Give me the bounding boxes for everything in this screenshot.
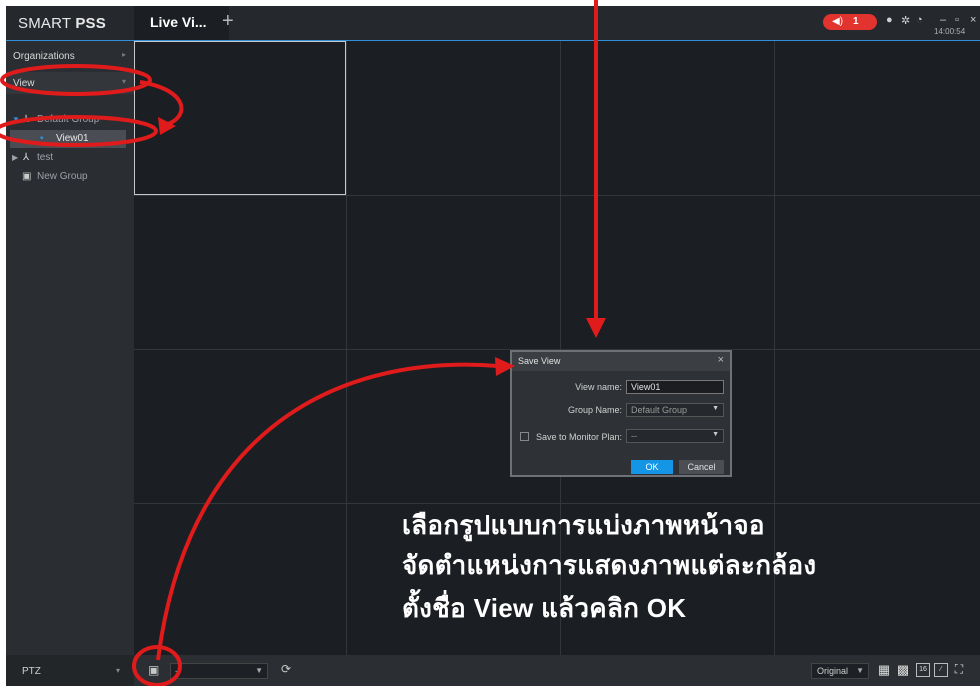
chevron-down-icon: ▼ xyxy=(712,405,719,412)
bottom-toolbar: ▣ -- ▼ ⟳ Original ▼ ▦ ▩ 16 ⁄ ⛶ xyxy=(134,655,980,686)
cancel-button[interactable]: Cancel xyxy=(679,460,724,474)
speaker-icon: ◀) xyxy=(832,16,844,27)
dialog-title: Save View xyxy=(518,356,561,366)
view-icon: ▪ xyxy=(40,133,44,144)
group-icon: ⅄ xyxy=(23,114,30,125)
grid-divider xyxy=(134,503,980,504)
layout-9-icon[interactable]: ▩ xyxy=(896,663,910,677)
grid-divider xyxy=(134,195,980,196)
monitor-plan-checkbox[interactable] xyxy=(520,432,529,441)
monitor-plan-value: -- xyxy=(631,431,637,441)
monitor-plan-label: Save to Monitor Plan: xyxy=(535,432,622,442)
folder-icon: ▣ xyxy=(22,171,32,182)
save-view-icon[interactable]: ▣ xyxy=(148,663,159,677)
tree-item-label: Default Group xyxy=(37,114,100,125)
ptz-label: PTZ xyxy=(22,666,41,677)
chevron-down-icon: ▼ xyxy=(255,666,263,675)
minimize-button[interactable]: – xyxy=(940,14,946,26)
expand-icon: ▼ xyxy=(12,115,20,124)
expand-icon: ▶ xyxy=(12,153,19,162)
tree-item-default-group[interactable]: ▼ ⅄ Default Group xyxy=(6,111,134,129)
selected-video-cell[interactable] xyxy=(134,41,346,195)
zoom-select-value: Original xyxy=(817,666,849,676)
brand-text-bold: PSS xyxy=(75,15,106,32)
tree-item-label: New Group xyxy=(37,171,88,182)
section-label: Organizations xyxy=(13,51,75,62)
sidebar-section-organizations[interactable]: Organizations ▸ xyxy=(6,45,134,67)
grid-divider xyxy=(346,41,347,655)
group-icon: ⅄ xyxy=(23,152,30,163)
user-icon[interactable]: ● xyxy=(886,14,893,26)
close-button[interactable]: × xyxy=(970,14,976,26)
refresh-icon[interactable]: ⟳ xyxy=(281,662,291,676)
restore-button[interactable]: ▫ xyxy=(955,14,959,26)
view-name-field[interactable]: View01 xyxy=(626,380,724,394)
chevron-right-icon: ▸ xyxy=(121,50,126,59)
stream-select-value: -- xyxy=(175,666,181,676)
tree-item-test[interactable]: ▶ ⅄ test xyxy=(6,149,134,167)
clock: 14:00:54 xyxy=(934,27,966,36)
tree-item-label: test xyxy=(37,152,54,163)
fullscreen-icon[interactable]: ⛶ xyxy=(952,663,966,677)
tree-item-label: View01 xyxy=(56,133,89,144)
group-name-select[interactable]: Default Group ▼ xyxy=(626,403,724,417)
gear-icon[interactable]: ✲ xyxy=(901,14,910,27)
annotation-line-3: ตั้งชื่อ View แล้วคลิก OK xyxy=(402,593,687,623)
custom-layout-icon[interactable]: ⁄ xyxy=(934,663,948,677)
brand-text: SMART xyxy=(18,15,76,32)
tree-item-new-group[interactable]: ▣ New Group xyxy=(6,168,134,186)
annotation-line-1: เลือกรูปแบบการแบ่งภาพหน้าจอ xyxy=(402,510,765,540)
dialog-header: Save View × xyxy=(512,352,730,371)
layout-4-icon[interactable]: ▦ xyxy=(877,663,891,677)
monitor-plan-select[interactable]: -- ▼ xyxy=(626,429,724,443)
sidebar: Organizations ▸ View ▾ ▼ ⅄ Default Group… xyxy=(6,41,134,686)
tab-live-view[interactable]: Live Vi... xyxy=(134,6,229,40)
alarm-badge[interactable]: ◀) 1 xyxy=(823,14,877,30)
section-label: View xyxy=(13,78,35,89)
zoom-select[interactable]: Original ▼ xyxy=(811,663,869,679)
stream-select[interactable]: -- ▼ xyxy=(170,663,268,679)
title-bar: SMART PSS Live Vi... + ◀) 1 ● ✲ ◔ – ▫ × … xyxy=(6,6,980,41)
tab-label: Live Vi... xyxy=(150,14,207,30)
close-icon[interactable]: × xyxy=(718,354,724,366)
add-tab-button[interactable]: + xyxy=(222,11,234,31)
ok-button[interactable]: OK xyxy=(631,460,673,474)
layout-16-button[interactable]: 16 xyxy=(916,663,930,677)
group-name-label: Group Name: xyxy=(567,405,622,415)
app-logo: SMART PSS xyxy=(18,15,106,32)
tree-item-view01[interactable]: ▪ View01 xyxy=(10,130,126,148)
alarm-count: 1 xyxy=(853,16,859,27)
chevron-down-icon: ▼ xyxy=(856,666,864,675)
chevron-down-icon: ▼ xyxy=(712,431,719,438)
save-view-dialog: Save View × View name: View01 Group Name… xyxy=(510,350,732,477)
dashboard-icon[interactable]: ◔ xyxy=(916,14,923,26)
ptz-panel-toggle[interactable]: PTZ ▾ xyxy=(6,655,134,686)
annotation-line-2: จัดตำแหน่งการแสดงภาพแต่ละกล้อง xyxy=(402,550,817,580)
view-name-label: View name: xyxy=(575,382,622,392)
sidebar-section-view[interactable]: View ▾ xyxy=(6,72,134,94)
chevron-down-icon: ▾ xyxy=(121,77,126,86)
group-name-value: Default Group xyxy=(631,405,688,415)
chevron-down-icon: ▾ xyxy=(116,666,121,675)
